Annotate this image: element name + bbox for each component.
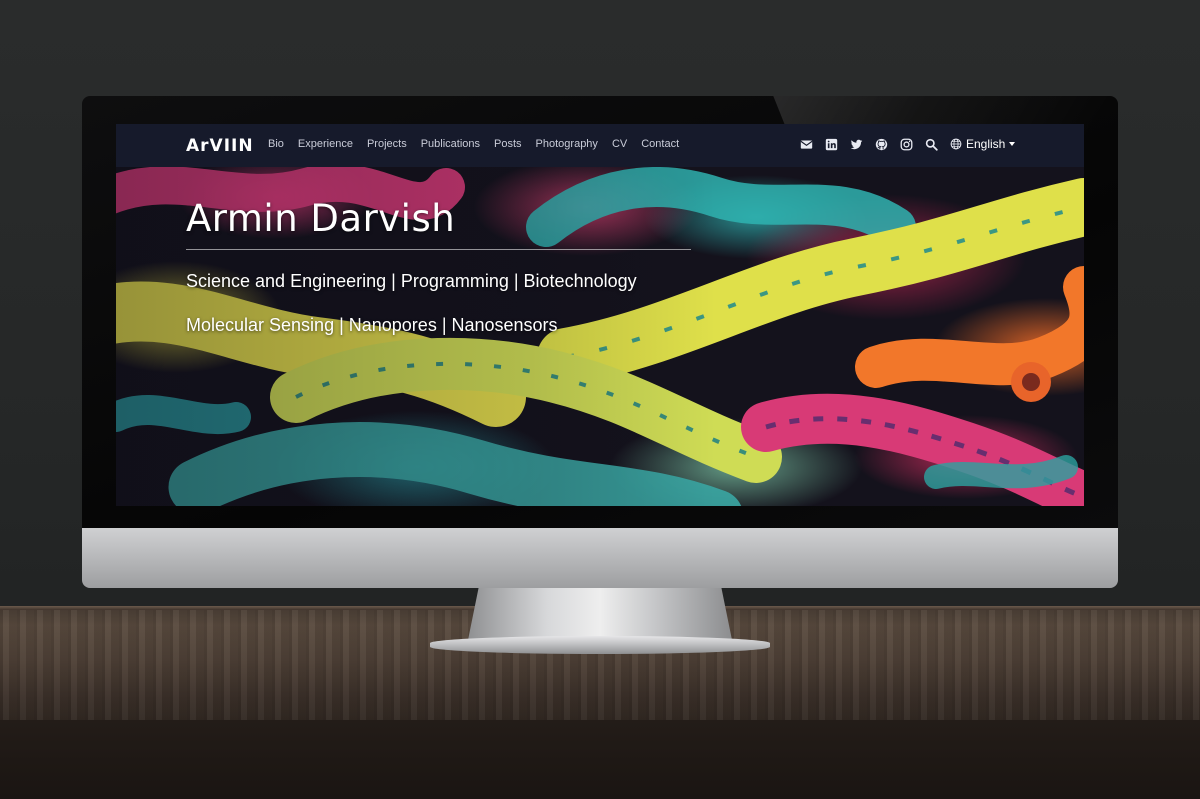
- nav-link-contact[interactable]: Contact: [641, 138, 679, 150]
- hero-tagline-2: Molecular Sensing | Nanopores | Nanosens…: [186, 315, 558, 335]
- monitor-chin: [82, 528, 1118, 588]
- nav-link-bio[interactable]: Bio: [268, 138, 284, 150]
- hero-banner: Armin Darvish Science and Engineering | …: [116, 167, 1084, 506]
- instagram-icon[interactable]: [900, 138, 913, 151]
- linkedin-icon[interactable]: [825, 138, 838, 151]
- monitor-screen: ArVIIN Bio Experience Projects Publicati…: [116, 124, 1084, 506]
- nav-link-publications[interactable]: Publications: [421, 138, 480, 150]
- nav-links: Bio Experience Projects Publications Pos…: [268, 138, 693, 150]
- social-icons: English: [800, 137, 1016, 151]
- language-dropdown[interactable]: English: [950, 137, 1016, 151]
- top-navbar: ArVIIN Bio Experience Projects Publicati…: [116, 124, 1084, 167]
- nav-link-cv[interactable]: CV: [612, 138, 627, 150]
- brand-logo[interactable]: ArVIIN: [186, 136, 254, 156]
- monitor-stand-base: [430, 636, 770, 654]
- hero-tagline-1: Science and Engineering | Programming | …: [186, 271, 637, 291]
- hero-divider: [186, 249, 691, 250]
- nav-link-experience[interactable]: Experience: [298, 138, 353, 150]
- twitter-icon[interactable]: [850, 138, 863, 151]
- language-label: English: [966, 137, 1006, 151]
- nav-link-projects[interactable]: Projects: [367, 138, 407, 150]
- monitor-stand: [468, 588, 732, 640]
- chevron-down-icon: [1009, 142, 1016, 146]
- github-icon[interactable]: [875, 138, 888, 151]
- nav-link-photography[interactable]: Photography: [536, 138, 598, 150]
- nav-link-posts[interactable]: Posts: [494, 138, 522, 150]
- globe-icon: [950, 138, 962, 150]
- search-icon[interactable]: [925, 138, 938, 151]
- shelf-front: [0, 720, 1200, 799]
- hero-title: Armin Darvish: [186, 197, 456, 240]
- envelope-icon[interactable]: [800, 138, 813, 151]
